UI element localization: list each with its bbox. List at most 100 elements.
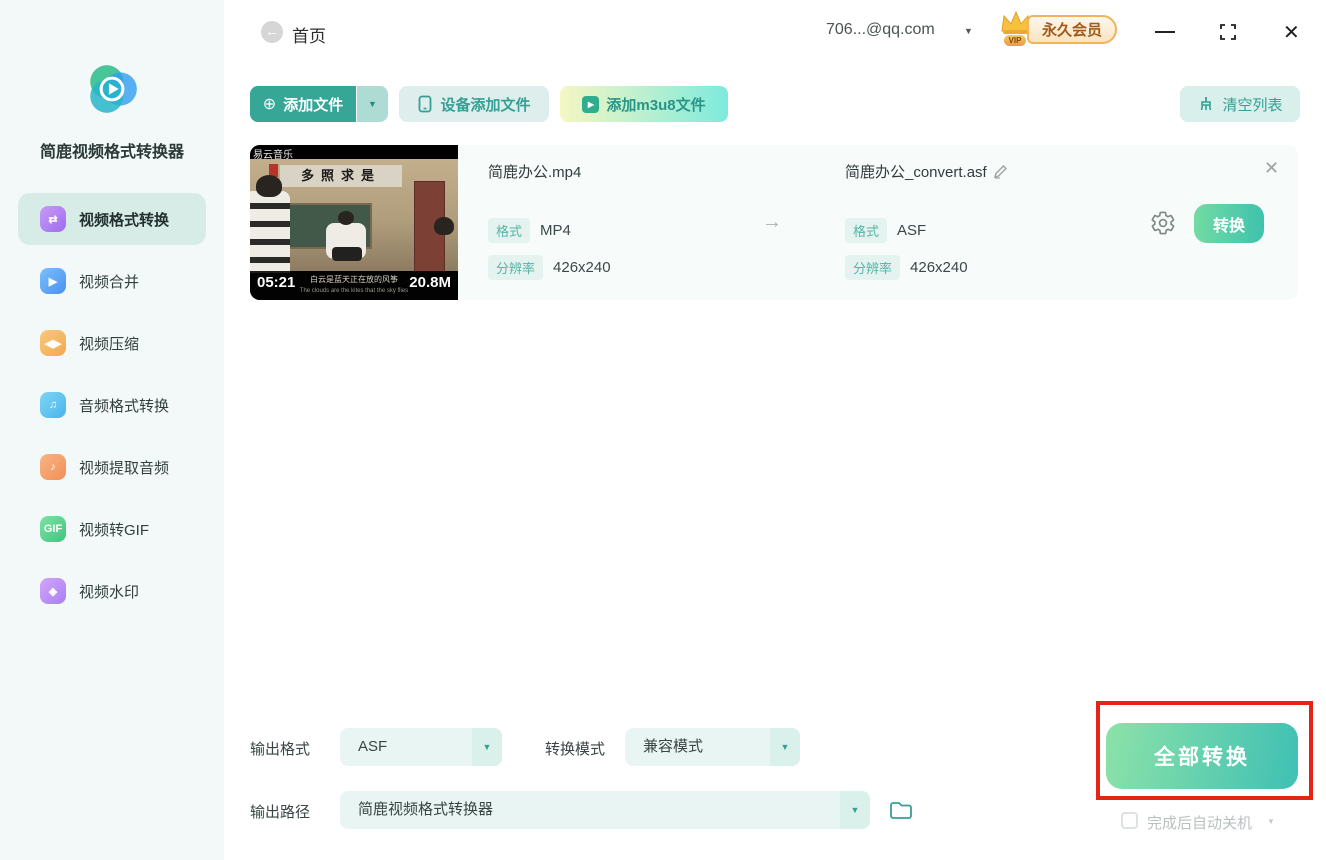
auto-shutdown-label[interactable]: 完成后自动关机 — [1147, 812, 1252, 833]
convert-mode-label: 转换模式 — [545, 741, 606, 758]
output-format-label: 输出格式 — [250, 741, 311, 758]
add-file-label: 添加文件 — [283, 96, 344, 114]
add-file-dropdown-button[interactable]: ▼ — [357, 86, 388, 122]
app-window: 简鹿视频格式转换器 ⇄ 视频格式转换 ▶ 视频合并 ◀▶ 视频压缩 ♫ 音频格式… — [0, 0, 1326, 860]
chevron-down-icon: ▼ — [472, 728, 502, 766]
output-path-value: 简鹿视频格式转换器 — [358, 801, 494, 818]
back-arrow-icon: ← — [265, 23, 279, 39]
vip-label: 永久会员 — [1041, 22, 1102, 39]
sidebar-item-label: 视频压缩 — [79, 335, 140, 353]
person-left-shape — [250, 191, 290, 273]
video-file-size: 20.8M — [409, 274, 451, 291]
thumbnail-photo: 多照求是 — [250, 159, 458, 273]
video-to-gif-icon: GIF — [40, 516, 66, 542]
maximize-button[interactable] — [1219, 23, 1237, 41]
file-row: 多照求是 易云音乐 白云是蓝天正在放的风筝 The clouds are the… — [250, 145, 1298, 300]
page-title: 首页 — [292, 27, 326, 46]
person-left-head-shape — [256, 175, 282, 197]
device-add-file-button[interactable]: 设备添加文件 — [399, 86, 549, 122]
format-convert-icon: ⇄ — [40, 206, 66, 232]
chevron-down-icon: ▼ — [770, 728, 800, 766]
arrow-right-icon: → — [762, 211, 782, 233]
app-title: 简鹿视频格式转换器 — [39, 144, 184, 161]
account-email[interactable]: 706...@qq.com — [826, 21, 935, 39]
close-icon: ✕ — [1264, 158, 1280, 178]
settings-gear-icon[interactable] — [1150, 210, 1176, 236]
plus-icon: ⊕ — [262, 96, 277, 113]
sidebar-menu: ⇄ 视频格式转换 ▶ 视频合并 ◀▶ 视频压缩 ♫ 音频格式转换 ♪ 视频提取音… — [0, 188, 224, 622]
open-folder-icon[interactable] — [888, 797, 914, 823]
sidebar-item-label: 视频提取音频 — [79, 459, 170, 477]
thumbnail-top-bar: 易云音乐 — [250, 145, 458, 161]
source-format-row: 格式 MP4 — [488, 218, 571, 243]
remove-file-button[interactable]: ✕ — [1264, 158, 1279, 179]
output-format-value: ASF — [358, 738, 388, 755]
back-button[interactable]: ← — [261, 21, 283, 43]
convert-all-label: 全部转换 — [1154, 746, 1250, 769]
add-m3u8-label: 添加m3u8文件 — [606, 96, 706, 114]
convert-mode-value: 兼容模式 — [643, 738, 704, 755]
account-dropdown-icon[interactable]: ▼ — [964, 26, 973, 36]
person-right-head-shape — [434, 217, 454, 235]
close-icon: ✕ — [1283, 22, 1300, 44]
video-merge-icon: ▶ — [40, 268, 66, 294]
output-path-select[interactable]: 简鹿视频格式转换器 ▼ — [340, 791, 870, 829]
close-button[interactable]: ✕ — [1283, 20, 1300, 45]
output-path-label: 输出路径 — [250, 804, 311, 821]
thumbnail-watermark: 易云音乐 — [253, 150, 293, 161]
clear-list-label: 清空列表 — [1222, 96, 1283, 114]
vip-chip: VIP — [1003, 34, 1027, 47]
sidebar-item-extract-audio[interactable]: ♪ 视频提取音频 — [0, 436, 224, 498]
chevron-down-icon: ▼ — [840, 791, 870, 829]
target-filename: 简鹿办公_convert.asf — [845, 164, 987, 181]
sidebar-item-video-watermark[interactable]: ◈ 视频水印 — [0, 560, 224, 622]
sidebar-item-audio-format-convert[interactable]: ♫ 音频格式转换 — [0, 374, 224, 436]
sidebar-item-video-to-gif[interactable]: GIF 视频转GIF — [0, 498, 224, 560]
format-badge: 格式 — [845, 218, 888, 243]
output-format-select[interactable]: ASF ▼ — [340, 728, 502, 766]
video-compress-icon: ◀▶ — [40, 330, 66, 356]
target-format-row: 格式 ASF — [845, 218, 926, 243]
source-resolution-row: 分辨率 426x240 — [488, 255, 611, 280]
sidebar-item-label: 视频格式转换 — [79, 211, 170, 229]
clear-list-button[interactable]: 清空列表 — [1180, 86, 1300, 122]
add-m3u8-button[interactable]: ▶ 添加m3u8文件 — [560, 86, 728, 122]
sidebar-item-label: 视频水印 — [79, 583, 140, 601]
target-resolution-value: 426x240 — [910, 259, 968, 276]
chevron-down-icon[interactable]: ▼ — [1267, 817, 1275, 826]
minimize-button[interactable] — [1155, 31, 1175, 33]
convert-all-button[interactable]: 全部转换 — [1106, 723, 1298, 789]
target-filename-row: 简鹿办公_convert.asf — [845, 161, 1008, 182]
convert-mode-select[interactable]: 兼容模式 ▼ — [625, 728, 800, 766]
thumbnail-banner-text: 多照求是 — [280, 165, 402, 187]
broom-icon — [1201, 97, 1212, 111]
auto-shutdown-checkbox[interactable] — [1121, 812, 1138, 829]
video-duration: 05:21 — [257, 274, 296, 291]
video-file-icon: ▶ — [582, 95, 600, 113]
video-thumbnail[interactable]: 多照求是 易云音乐 白云是蓝天正在放的风筝 The clouds are the… — [250, 145, 458, 300]
app-logo-icon — [90, 65, 137, 113]
audio-convert-icon: ♫ — [40, 392, 66, 418]
sidebar-item-video-compress[interactable]: ◀▶ 视频压缩 — [0, 312, 224, 374]
phone-icon — [419, 95, 432, 113]
device-add-label: 设备添加文件 — [440, 96, 531, 114]
sidebar-item-video-merge[interactable]: ▶ 视频合并 — [0, 250, 224, 312]
target-format-value: ASF — [897, 222, 927, 239]
source-filename: 简鹿办公.mp4 — [488, 164, 582, 181]
video-watermark-icon: ◈ — [40, 578, 66, 604]
format-badge: 格式 — [488, 218, 531, 243]
vip-badge[interactable]: 永久会员 — [1027, 15, 1117, 44]
edit-pencil-icon[interactable] — [993, 164, 1008, 179]
sidebar: 简鹿视频格式转换器 ⇄ 视频格式转换 ▶ 视频合并 ◀▶ 视频压缩 ♫ 音频格式… — [0, 0, 224, 860]
source-format-value: MP4 — [540, 222, 571, 239]
resolution-badge: 分辨率 — [845, 255, 901, 280]
sidebar-item-video-format-convert[interactable]: ⇄ 视频格式转换 — [0, 188, 224, 250]
sidebar-item-label: 视频转GIF — [79, 521, 149, 539]
add-file-button[interactable]: ⊕ 添加文件 — [250, 86, 356, 122]
sidebar-item-label: 音频格式转换 — [79, 397, 170, 415]
chevron-down-icon: ▼ — [368, 99, 377, 109]
resolution-badge: 分辨率 — [488, 255, 544, 280]
convert-button[interactable]: 转换 — [1194, 204, 1264, 243]
target-resolution-row: 分辨率 426x240 — [845, 255, 968, 280]
extract-audio-icon: ♪ — [40, 454, 66, 480]
